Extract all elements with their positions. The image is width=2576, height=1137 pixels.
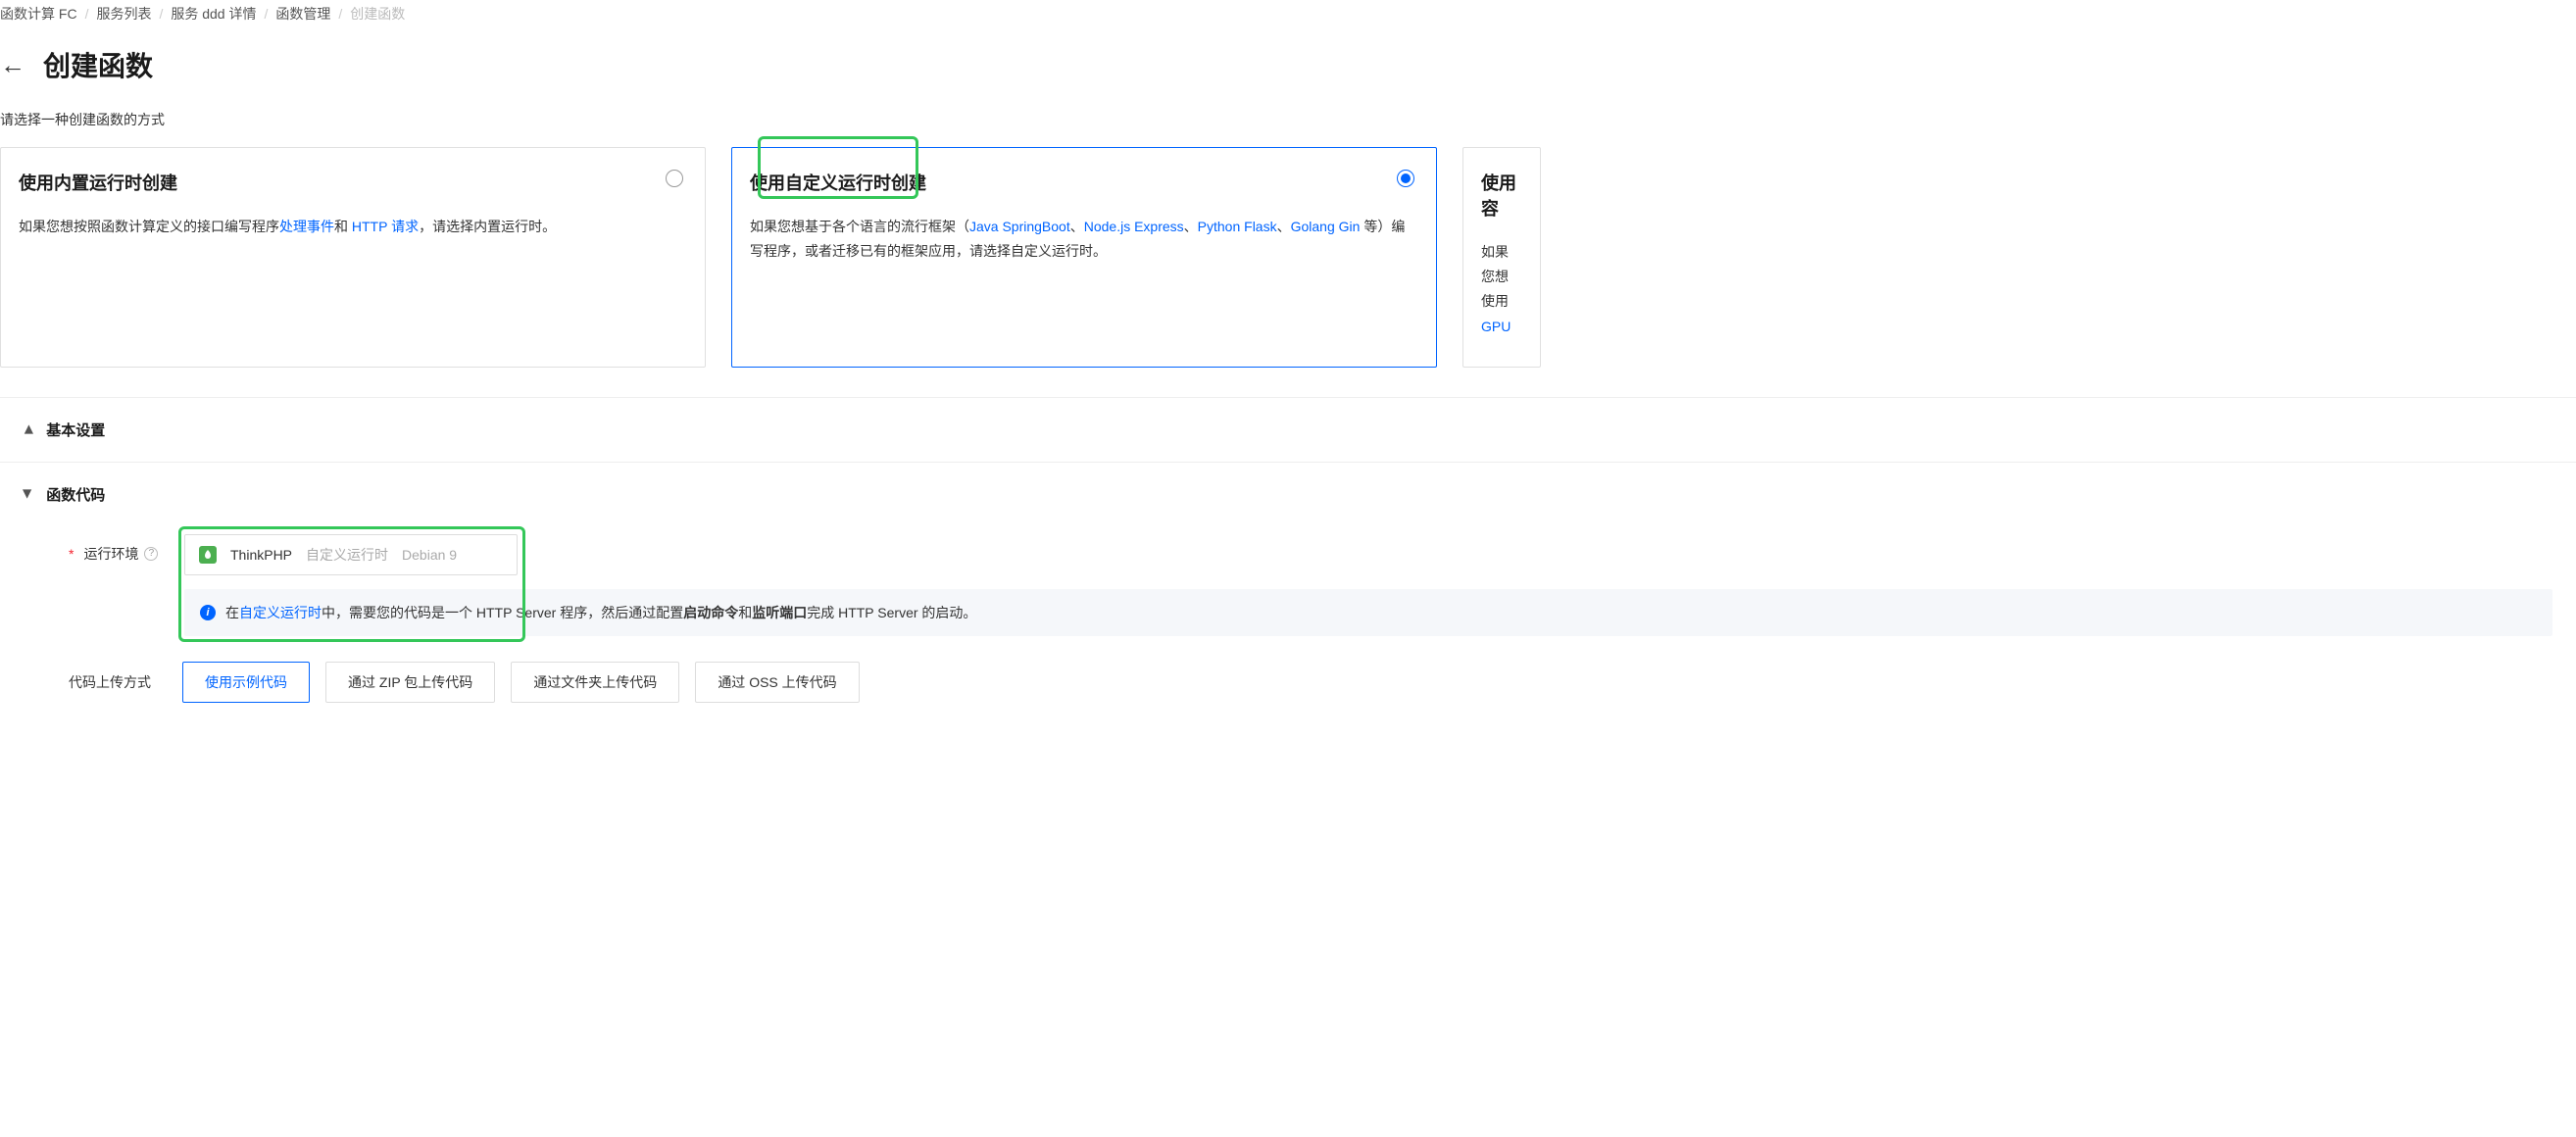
breadcrumb-sep: / [159,6,163,22]
help-icon[interactable]: ? [144,547,158,561]
create-hint: 请选择一种创建函数的方式 [0,110,2576,147]
section-header-basic[interactable]: ▶ 基本设置 [0,398,2576,462]
card-builtin-runtime[interactable]: 使用内置运行时创建 如果您想按照函数计算定义的接口编写程序处理事件和 HTTP … [0,147,706,368]
required-asterisk: * [69,546,74,562]
upload-label: 代码上传方式 [69,672,167,692]
card-custom-runtime[interactable]: 使用自定义运行时创建 如果您想基于各个语言的流行框架（Java SpringBo… [731,147,1437,368]
breadcrumb-sep: / [264,6,268,22]
runtime-name: ThinkPHP [230,547,292,563]
runtime-info-banner: i 在自定义运行时中，需要您的代码是一个 HTTP Server 程序，然后通过… [184,589,2552,636]
link-handle-event[interactable]: 处理事件 [279,219,334,234]
runtime-row: * 运行环境 ? ThinkPHP 自定义运行时 Debian 9 i 在自定义… [69,534,2552,636]
thinkphp-icon [199,546,217,564]
crumb-functions[interactable]: 函数管理 [275,4,330,24]
upload-oss-button[interactable]: 通过 OSS 上传代码 [695,662,859,703]
back-arrow-icon[interactable]: ← [0,52,25,77]
radio-icon[interactable] [1397,170,1414,187]
chevron-down-icon: ▶ [22,490,35,499]
runtime-select[interactable]: ThinkPHP 自定义运行时 Debian 9 [184,534,518,575]
breadcrumb: 函数计算 FC / 服务列表 / 服务 ddd 详情 / 函数管理 / 创建函数 [0,0,2576,33]
link-express[interactable]: Node.js Express [1084,219,1184,234]
section-function-code: ▶ 函数代码 * 运行环境 ? ThinkPHP 自定义运行时 Debian 9 [0,462,2576,722]
breadcrumb-sep: / [338,6,342,22]
upload-zip-button[interactable]: 通过 ZIP 包上传代码 [325,662,495,703]
creation-mode-cards: 使用内置运行时创建 如果您想按照函数计算定义的接口编写程序处理事件和 HTTP … [0,147,2576,397]
runtime-subtype: 自定义运行时 [306,545,388,565]
crumb-current: 创建函数 [350,4,405,24]
section-basic-settings: ▶ 基本设置 [0,397,2576,462]
card-desc: 如果您想按照函数计算定义的接口编写程序处理事件和 HTTP 请求，请选择内置运行… [19,215,681,239]
info-icon: i [200,605,216,620]
section-label: 基本设置 [46,420,105,440]
link-springboot[interactable]: Java SpringBoot [969,219,1070,234]
link-gin[interactable]: Golang Gin [1291,219,1361,234]
runtime-os: Debian 9 [402,547,457,563]
section-label: 函数代码 [46,484,105,505]
upload-folder-button[interactable]: 通过文件夹上传代码 [511,662,679,703]
link-custom-runtime-doc[interactable]: 自定义运行时 [239,605,322,620]
chevron-right-icon: ▶ [22,425,35,434]
page-title: 创建函数 [43,45,153,84]
link-gpu[interactable]: GPU [1481,319,1511,334]
card-title: 使用自定义运行时创建 [750,170,1412,195]
link-http-request[interactable]: HTTP 请求 [352,219,419,234]
card-container-image[interactable]: 使用容 如果您想 使用 GPU [1462,147,1541,368]
section-header-code[interactable]: ▶ 函数代码 [0,463,2576,526]
crumb-services[interactable]: 服务列表 [96,4,151,24]
card-desc: 如果您想 使用 GPU [1481,240,1516,339]
card-desc: 如果您想基于各个语言的流行框架（Java SpringBoot、Node.js … [750,215,1412,264]
upload-method-row: 代码上传方式 使用示例代码 通过 ZIP 包上传代码 通过文件夹上传代码 通过 … [69,662,2552,703]
upload-example-button[interactable]: 使用示例代码 [182,662,310,703]
section-body-code: * 运行环境 ? ThinkPHP 自定义运行时 Debian 9 i 在自定义… [0,526,2576,722]
page-title-row: ← 创建函数 [0,33,2576,110]
breadcrumb-sep: / [85,6,89,22]
card-title: 使用容 [1481,170,1516,221]
radio-icon[interactable] [666,170,683,187]
crumb-fc[interactable]: 函数计算 FC [0,4,77,24]
card-title: 使用内置运行时创建 [19,170,681,195]
runtime-label: * 运行环境 ? [69,534,167,564]
link-flask[interactable]: Python Flask [1198,219,1277,234]
crumb-service-detail[interactable]: 服务 ddd 详情 [171,4,256,24]
